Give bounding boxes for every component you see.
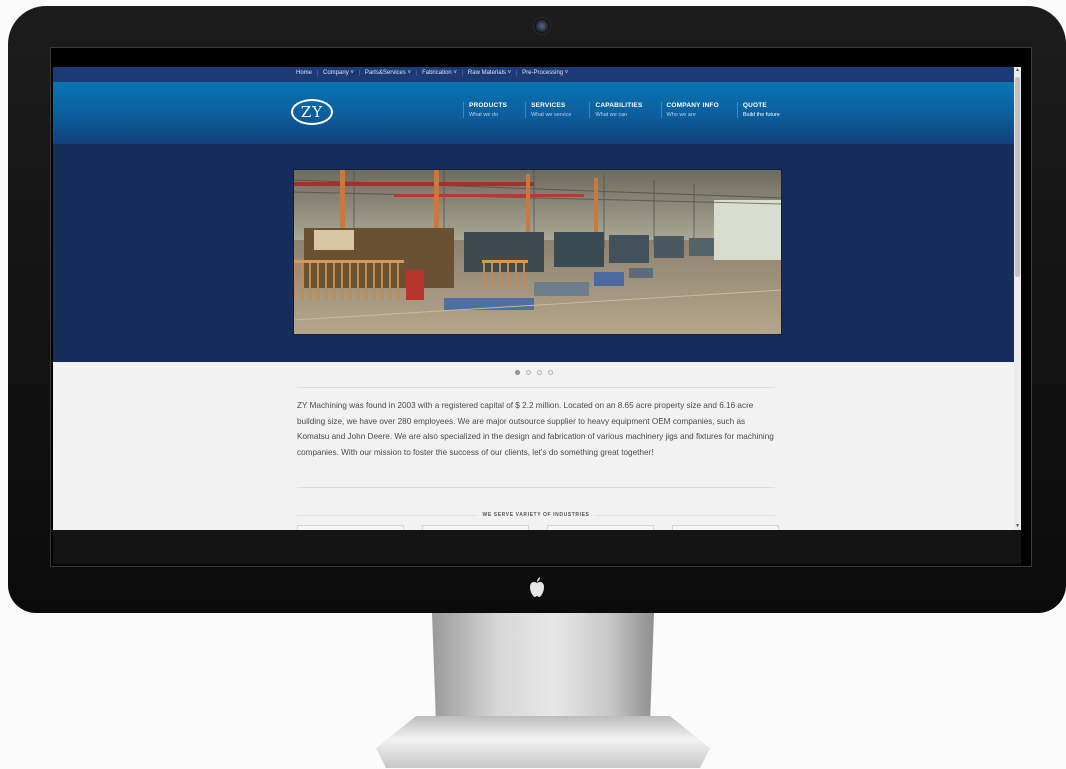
industry-cards (297, 525, 797, 530)
nav-item-company-info[interactable]: COMPANY INFO Who we are (660, 102, 729, 118)
nav-item-products[interactable]: PRODUCTS What we do (463, 102, 517, 118)
slider-dot-3[interactable] (537, 370, 542, 375)
factory-floor-photo[interactable] (293, 169, 782, 335)
industry-card[interactable] (547, 525, 654, 530)
nav-item-title: COMPANY INFO (666, 102, 719, 109)
nav-item-title: CAPABILITIES (595, 102, 643, 109)
utility-nav-parts-services[interactable]: Parts&Services ˅ (358, 70, 416, 76)
camera-icon (533, 17, 551, 35)
nav-item-title: SERVICES (531, 102, 566, 109)
nav-item-capabilities[interactable]: CAPABILITIES What we can (589, 102, 652, 118)
divider (297, 487, 775, 488)
industry-card[interactable] (672, 525, 779, 530)
utility-bar: Home Company ˅ Parts&Services ˅ Fabricat… (53, 67, 1021, 82)
utility-nav-fabrication[interactable]: Fabrication ˅ (416, 70, 462, 76)
nav-item-title: QUOTE (742, 102, 767, 109)
browser-viewport: Home Company ˅ Parts&Services ˅ Fabricat… (53, 67, 1021, 530)
screen-bottom-border (53, 530, 1021, 564)
site-header: ZY PRODUCTS What we do SERVICES What we … (53, 82, 1021, 144)
slider-dot-1[interactable] (515, 370, 520, 375)
nav-item-services[interactable]: SERVICES What we service (525, 102, 581, 118)
monitor-scene: Home Company ˅ Parts&Services ˅ Fabricat… (0, 0, 1066, 769)
utility-nav-home[interactable]: Home (291, 70, 317, 76)
nav-item-subtitle: Build the future (742, 112, 780, 118)
nav-item-quote[interactable]: QUOTE Build the future (736, 102, 790, 118)
utility-nav-pre-processing[interactable]: Pre-Processing ˅ (516, 70, 573, 76)
divider (297, 387, 775, 388)
industry-card[interactable] (422, 525, 529, 530)
divider (595, 515, 775, 516)
slider-pagination (515, 370, 559, 375)
hero-slider (53, 144, 1021, 362)
company-intro-text: ZY Machining was found in 2003 with a re… (297, 401, 774, 458)
apple-logo-icon (527, 577, 547, 599)
content-section: ZY Machining was found in 2003 with a re… (53, 362, 1021, 530)
site-logo[interactable]: ZY (291, 99, 333, 125)
page-scrollbar[interactable]: ▲ ▼ (1014, 67, 1021, 530)
slider-dot-2[interactable] (526, 370, 531, 375)
slider-dot-4[interactable] (548, 370, 553, 375)
scrollbar-thumb[interactable] (1015, 77, 1020, 277)
industry-card[interactable] (297, 525, 404, 530)
scroll-up-arrow-icon[interactable]: ▲ (1014, 67, 1021, 74)
main-nav: PRODUCTS What we do SERVICES What we ser… (463, 102, 798, 118)
nav-item-subtitle: Who we are (666, 112, 696, 118)
utility-nav: Home Company ˅ Parts&Services ˅ Fabricat… (291, 70, 573, 76)
utility-nav-company[interactable]: Company ˅ (317, 70, 359, 76)
nav-item-title: PRODUCTS (469, 102, 508, 109)
nav-item-subtitle: What we can (595, 112, 628, 118)
scroll-down-arrow-icon[interactable]: ▼ (1014, 523, 1021, 530)
utility-nav-raw-materials[interactable]: Raw Materials ˅ (461, 70, 516, 76)
nav-item-subtitle: What we do (469, 112, 499, 118)
monitor-stand-foot (376, 716, 710, 768)
nav-item-subtitle: What we service (531, 112, 572, 118)
